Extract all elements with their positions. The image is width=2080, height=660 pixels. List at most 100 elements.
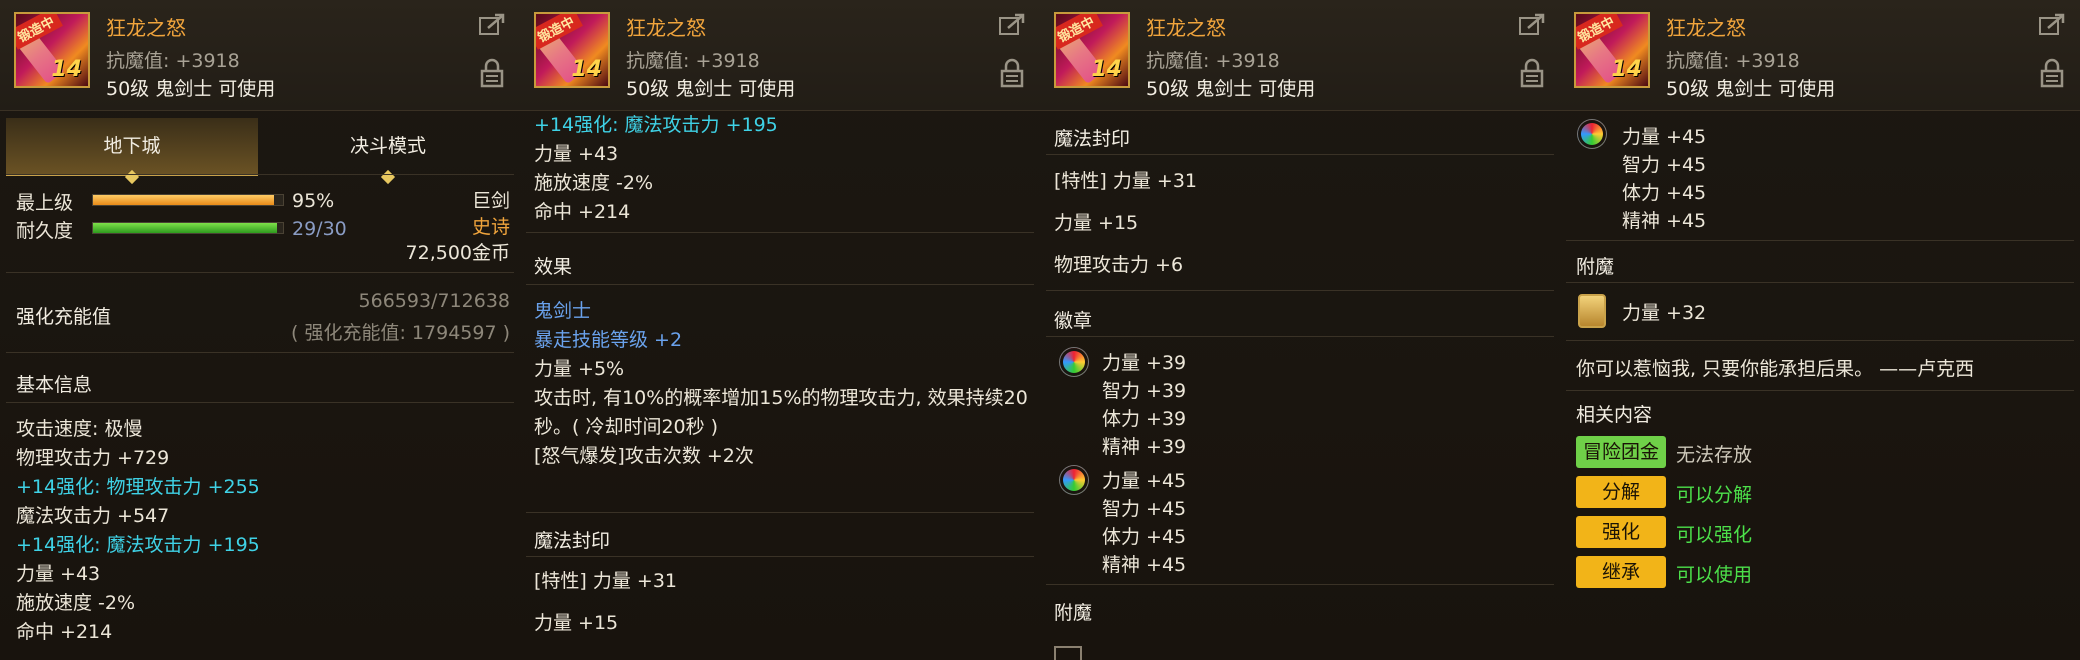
enchant-title: 附魔 bbox=[1576, 256, 1615, 278]
share-icon[interactable] bbox=[478, 12, 506, 36]
durability-value: 29/30 bbox=[292, 218, 347, 240]
emblem-stat: 力量 +45 bbox=[1102, 470, 1187, 492]
lock-icon[interactable] bbox=[1000, 58, 1024, 88]
enhance-level-overlay: 14 bbox=[571, 57, 602, 82]
tab-dungeon[interactable]: 地下城 bbox=[6, 118, 258, 185]
adventure-vault-button[interactable]: 冒险团金库 bbox=[1576, 436, 1666, 495]
tooltip-panel-3: 锻造中 14 狂龙之怒 抗魔值: +3918 50级 鬼剑士 可使用 魔法封印 … bbox=[1040, 0, 1562, 660]
lock-icon[interactable] bbox=[1520, 58, 1544, 88]
item-header: 锻造中 14 狂龙之怒 抗魔值: +3918 50级 鬼剑士 可使用 bbox=[1560, 0, 2080, 111]
enhance-level-overlay: 14 bbox=[51, 57, 82, 82]
charge-total: ( 强化充能值: 1794597 ) bbox=[291, 322, 510, 344]
inherit-status: 可以使用 bbox=[1676, 564, 1753, 586]
sword-item-icon: 锻造中 14 bbox=[1574, 12, 1650, 88]
stat-line: 物理攻击力 +729 bbox=[16, 447, 170, 469]
share-icon[interactable] bbox=[1518, 12, 1546, 36]
grade-value: 95% bbox=[292, 190, 335, 212]
emblem-stat: 精神 +39 bbox=[1102, 436, 1187, 458]
enchant-value: 力量 +32 bbox=[1622, 302, 1707, 324]
item-anti-magic: 抗魔值: +3918 bbox=[1666, 50, 1800, 72]
orb-emblem-icon bbox=[1578, 120, 1606, 148]
share-icon[interactable] bbox=[2038, 12, 2066, 36]
item-header: 锻造中 14 狂龙之怒 抗魔值: +3918 50级 鬼剑士 可使用 bbox=[520, 0, 1040, 111]
inherit-button[interactable]: 继承 bbox=[1576, 556, 1666, 588]
orb-emblem-icon bbox=[1060, 348, 1088, 376]
item-name: 狂龙之怒 bbox=[1146, 16, 1226, 40]
durability-label: 耐久度 bbox=[16, 220, 74, 242]
emblem-title: 徽章 bbox=[1054, 310, 1093, 332]
tooltip-panel-4: 锻造中 14 狂龙之怒 抗魔值: +3918 50级 鬼剑士 可使用 力量 +4… bbox=[1560, 0, 2080, 660]
effect-title: 效果 bbox=[534, 256, 573, 278]
seal-patk: 物理攻击力 +6 bbox=[1054, 254, 1184, 276]
effect-skill: 暴走技能等级 +2 bbox=[534, 329, 683, 351]
enhance-status: 可以强化 bbox=[1676, 524, 1753, 546]
stat-line: 力量 +43 bbox=[534, 143, 619, 165]
enhance-level-overlay: 14 bbox=[1091, 57, 1122, 82]
emblem-stat: 精神 +45 bbox=[1102, 554, 1187, 576]
stat-line: 施放速度 -2% bbox=[16, 592, 136, 614]
emblem-stat: 力量 +45 bbox=[1622, 126, 1707, 148]
sword-item-icon: 锻造中 14 bbox=[534, 12, 610, 88]
lock-icon[interactable] bbox=[480, 58, 504, 88]
durability-bar bbox=[92, 222, 284, 234]
orb-emblem-icon bbox=[1060, 466, 1088, 494]
seal-trait: [特性] 力量 +31 bbox=[534, 570, 678, 592]
emblem-stat: 智力 +39 bbox=[1102, 380, 1187, 402]
item-requirement: 50级 鬼剑士 可使用 bbox=[1666, 78, 1836, 100]
seal-str: 力量 +15 bbox=[1054, 212, 1139, 234]
lock-icon[interactable] bbox=[2040, 58, 2064, 88]
item-anti-magic: 抗魔值: +3918 bbox=[626, 50, 760, 72]
sell-price: 72,500金币 bbox=[405, 242, 510, 264]
stat-line: +14强化: 魔法攻击力 +195 bbox=[534, 114, 778, 136]
rarity-label: 史诗 bbox=[471, 216, 510, 238]
share-icon[interactable] bbox=[998, 12, 1026, 36]
charge-value: 566593/712638 bbox=[358, 290, 510, 312]
enchant-card-icon bbox=[1578, 294, 1606, 328]
stat-line: 力量 +43 bbox=[16, 563, 101, 585]
enhance-level-overlay: 14 bbox=[1611, 57, 1642, 82]
item-requirement: 50级 鬼剑士 可使用 bbox=[1146, 78, 1316, 100]
enchant-title: 附魔 bbox=[1054, 602, 1093, 624]
item-requirement: 50级 鬼剑士 可使用 bbox=[106, 78, 276, 100]
tooltip-panel-2: 锻造中 14 狂龙之怒 抗魔值: +3918 50级 鬼剑士 可使用 +14强化… bbox=[520, 0, 1042, 660]
item-header: 锻造中 14 狂龙之怒 抗魔值: +3918 50级 鬼剑士 可使用 bbox=[1040, 0, 1560, 111]
sword-item-icon: 锻造中 14 bbox=[14, 12, 90, 88]
item-header: 锻造中 14 狂龙之怒 抗魔值: +3918 50级 鬼剑士 可使用 bbox=[0, 0, 520, 111]
basic-info-title: 基本信息 bbox=[16, 374, 93, 396]
stat-line: 攻击速度: 极慢 bbox=[16, 418, 143, 440]
tooltip-panel-1: 锻造中 14 狂龙之怒 抗魔值: +3918 50级 鬼剑士 可使用 地下城 决… bbox=[0, 0, 522, 660]
grade-bar bbox=[92, 194, 284, 206]
stat-line: 施放速度 -2% bbox=[534, 172, 654, 194]
enchant-card-icon bbox=[1054, 646, 1082, 660]
seal-str: 力量 +15 bbox=[534, 612, 619, 634]
vault-status: 无法存放 bbox=[1676, 444, 1753, 466]
effect-rage: [怒气爆发]攻击次数 +2次 bbox=[534, 445, 754, 467]
seal-title: 魔法封印 bbox=[534, 530, 611, 552]
flavor-text: 你可以惹恼我, 只要你能承担后果。 ——卢克西 bbox=[1576, 358, 1975, 380]
emblem-stat: 体力 +45 bbox=[1622, 182, 1707, 204]
item-requirement: 50级 鬼剑士 可使用 bbox=[626, 78, 796, 100]
emblem-stat: 智力 +45 bbox=[1622, 154, 1707, 176]
sword-item-icon: 锻造中 14 bbox=[1054, 12, 1130, 88]
stat-line: 命中 +214 bbox=[16, 621, 113, 643]
tab-duel-mode[interactable]: 决斗模式 bbox=[262, 118, 514, 185]
stat-line: +14强化: 魔法攻击力 +195 bbox=[16, 534, 260, 556]
related-title: 相关内容 bbox=[1576, 404, 1653, 426]
item-name: 狂龙之怒 bbox=[1666, 16, 1746, 40]
disassemble-button[interactable]: 分解 bbox=[1576, 476, 1666, 508]
item-name: 狂龙之怒 bbox=[106, 16, 186, 40]
emblem-stat: 体力 +45 bbox=[1102, 526, 1187, 548]
disassemble-status: 可以分解 bbox=[1676, 484, 1753, 506]
emblem-stat: 力量 +39 bbox=[1102, 352, 1187, 374]
charge-label: 强化充能值 bbox=[16, 306, 112, 328]
stat-line: 魔法攻击力 +547 bbox=[16, 505, 170, 527]
weapon-type: 巨剑 bbox=[471, 190, 510, 212]
item-name: 狂龙之怒 bbox=[626, 16, 706, 40]
emblem-stat: 智力 +45 bbox=[1102, 498, 1187, 520]
effect-class: 鬼剑士 bbox=[534, 300, 592, 322]
enhance-button[interactable]: 强化 bbox=[1576, 516, 1666, 548]
item-anti-magic: 抗魔值: +3918 bbox=[1146, 50, 1280, 72]
effect-desc: 秒。( 冷却时间20秒 ) bbox=[534, 416, 719, 438]
emblem-stat: 精神 +45 bbox=[1622, 210, 1707, 232]
tooltip-panels: 锻造中 14 狂龙之怒 抗魔值: +3918 50级 鬼剑士 可使用 地下城 决… bbox=[0, 0, 2080, 660]
